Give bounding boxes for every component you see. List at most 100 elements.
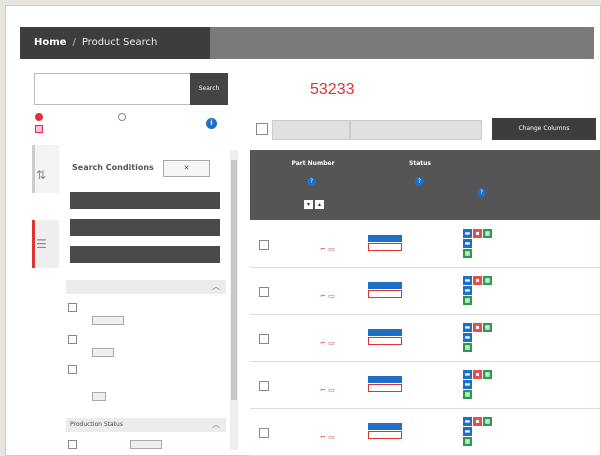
facet-item[interactable] — [68, 335, 79, 344]
caret-up-icon: ︿ — [212, 420, 220, 429]
breadcrumb: Home / Product Search — [34, 37, 157, 48]
list-icon: ☰ — [36, 237, 47, 251]
chart-icon[interactable]: ▬ — [463, 380, 472, 389]
spreadsheet-icon[interactable]: ▦ — [463, 390, 472, 399]
status-primary — [368, 423, 402, 430]
facet-section-product-category[interactable]: ︿ — [66, 280, 226, 294]
row-checkbox[interactable] — [259, 240, 269, 250]
saved-search-condition-list-button[interactable] — [70, 246, 220, 263]
breadcrumb-separator: / — [72, 37, 76, 48]
status-primary — [368, 329, 402, 336]
chart-icon[interactable]: ▬ — [463, 417, 472, 426]
chart-icon[interactable]: ▬ — [463, 333, 472, 342]
row-checkbox[interactable] — [259, 428, 269, 438]
save-search-conditions-button[interactable] — [70, 219, 220, 236]
spreadsheet-icon[interactable]: ▦ — [483, 323, 492, 332]
pdf-icon[interactable]: ▪ — [473, 370, 482, 379]
facet-count-badge — [92, 348, 114, 357]
change-columns-button[interactable]: Change Columns — [492, 118, 596, 140]
close-icon: ✕ — [183, 164, 190, 172]
status-secondary — [368, 337, 402, 345]
side-tab-strip — [20, 145, 60, 275]
including-radio[interactable] — [118, 113, 126, 121]
facet-item[interactable] — [68, 440, 79, 449]
info-icon[interactable]: ? — [415, 177, 424, 186]
search-conditions-title: Search Conditions — [72, 163, 154, 172]
part-number-search-input[interactable] — [34, 73, 192, 105]
chart-icon[interactable]: ▬ — [463, 286, 472, 295]
compare-select-checkbox[interactable] — [256, 123, 268, 135]
row-checkbox[interactable] — [259, 381, 269, 391]
characteristics-icons: ▬ ▪ ▦ ▬ ▦ — [463, 417, 493, 446]
chart-icon[interactable]: ▬ — [463, 427, 472, 436]
status-badge — [368, 235, 402, 251]
starting-with-radio[interactable] — [35, 113, 43, 121]
datasheet-icon[interactable]: ⌐ ▭ — [320, 386, 335, 394]
spreadsheet-icon[interactable]: ▦ — [463, 249, 472, 258]
facet-count-badge — [92, 316, 124, 325]
status-secondary — [368, 243, 402, 251]
info-icon[interactable]: ? — [307, 177, 316, 186]
caret-up-icon: ︿ — [212, 282, 220, 291]
row-checkbox[interactable] — [259, 287, 269, 297]
status-secondary — [368, 290, 402, 298]
row-checkbox[interactable] — [259, 334, 269, 344]
spreadsheet-icon[interactable]: ▦ — [483, 370, 492, 379]
table-row[interactable]: ⌐ ▭ ▬ ▪ ▦ ▬ ▦ — [250, 221, 600, 268]
spreadsheet-icon[interactable]: ▦ — [463, 296, 472, 305]
status-secondary — [368, 431, 402, 439]
close-conditions-button[interactable]: ✕ — [163, 160, 210, 177]
status-badge — [368, 282, 402, 298]
compare-button[interactable] — [272, 120, 350, 140]
header-extension — [210, 27, 594, 59]
sort-up-icon[interactable]: ▴ — [315, 200, 324, 209]
sort-down-icon[interactable]: ▾ — [304, 200, 313, 209]
datasheet-icon[interactable]: ⌐ ▭ — [320, 433, 335, 441]
search-button[interactable]: Search — [190, 73, 228, 105]
pdf-icon[interactable]: ▪ — [473, 229, 482, 238]
col-status[interactable]: Status — [400, 160, 440, 167]
selected-part-numbers-button[interactable] — [350, 120, 482, 140]
pdf-icon[interactable]: ▪ — [473, 276, 482, 285]
info-icon[interactable]: ? — [477, 188, 486, 197]
status-primary — [368, 282, 402, 289]
realtime-search-checkbox[interactable] — [35, 125, 43, 133]
info-icon[interactable]: i — [206, 118, 217, 129]
status-badge — [368, 376, 402, 392]
chart-icon[interactable]: ▬ — [463, 276, 472, 285]
table-row[interactable]: ⌐ ▭ ▬ ▪ ▦ ▬ ▦ — [250, 268, 600, 315]
status-badge — [368, 423, 402, 439]
table-row[interactable]: ⌐ ▭ ▬ ▪ ▦ ▬ ▦ — [250, 362, 600, 409]
facet-section-production-status[interactable]: Production Status ︿ — [66, 418, 226, 432]
chart-icon[interactable]: ▬ — [463, 323, 472, 332]
facet-item[interactable] — [68, 303, 79, 312]
datasheet-icon[interactable]: ⌐ ▭ — [320, 245, 335, 253]
spreadsheet-icon[interactable]: ▦ — [483, 417, 492, 426]
conditions-scrollbar[interactable] — [230, 150, 238, 450]
facet-count-badge — [92, 392, 106, 401]
spreadsheet-icon[interactable]: ▦ — [463, 437, 472, 446]
result-count: 53233 — [310, 81, 355, 98]
col-part-number[interactable]: Part Number — [278, 160, 348, 167]
filter-icon: ⇅ — [36, 168, 47, 182]
facet-item[interactable] — [68, 365, 79, 374]
chart-icon[interactable]: ▬ — [463, 239, 472, 248]
chart-icon[interactable]: ▬ — [463, 370, 472, 379]
status-secondary — [368, 384, 402, 392]
status-primary — [368, 235, 402, 242]
table-row[interactable]: ⌐ ▭ ▬ ▪ ▦ ▬ ▦ — [250, 409, 600, 456]
spreadsheet-icon[interactable]: ▦ — [463, 343, 472, 352]
scrollbar-thumb[interactable] — [231, 160, 237, 400]
table-row[interactable]: ⌐ ▭ ▬ ▪ ▦ ▬ ▦ — [250, 315, 600, 362]
chart-icon[interactable]: ▬ — [463, 229, 472, 238]
spreadsheet-icon[interactable]: ▦ — [483, 229, 492, 238]
clear-button[interactable] — [70, 192, 220, 209]
pdf-icon[interactable]: ▪ — [473, 417, 482, 426]
breadcrumb-home[interactable]: Home — [34, 37, 66, 48]
datasheet-icon[interactable]: ⌐ ▭ — [320, 339, 335, 347]
pdf-icon[interactable]: ▪ — [473, 323, 482, 332]
datasheet-icon[interactable]: ⌐ ▭ — [320, 292, 335, 300]
characteristics-icons: ▬ ▪ ▦ ▬ ▦ — [463, 323, 493, 352]
spreadsheet-icon[interactable]: ▦ — [483, 276, 492, 285]
top-nav-bar: Home / Product Search — [20, 27, 594, 59]
